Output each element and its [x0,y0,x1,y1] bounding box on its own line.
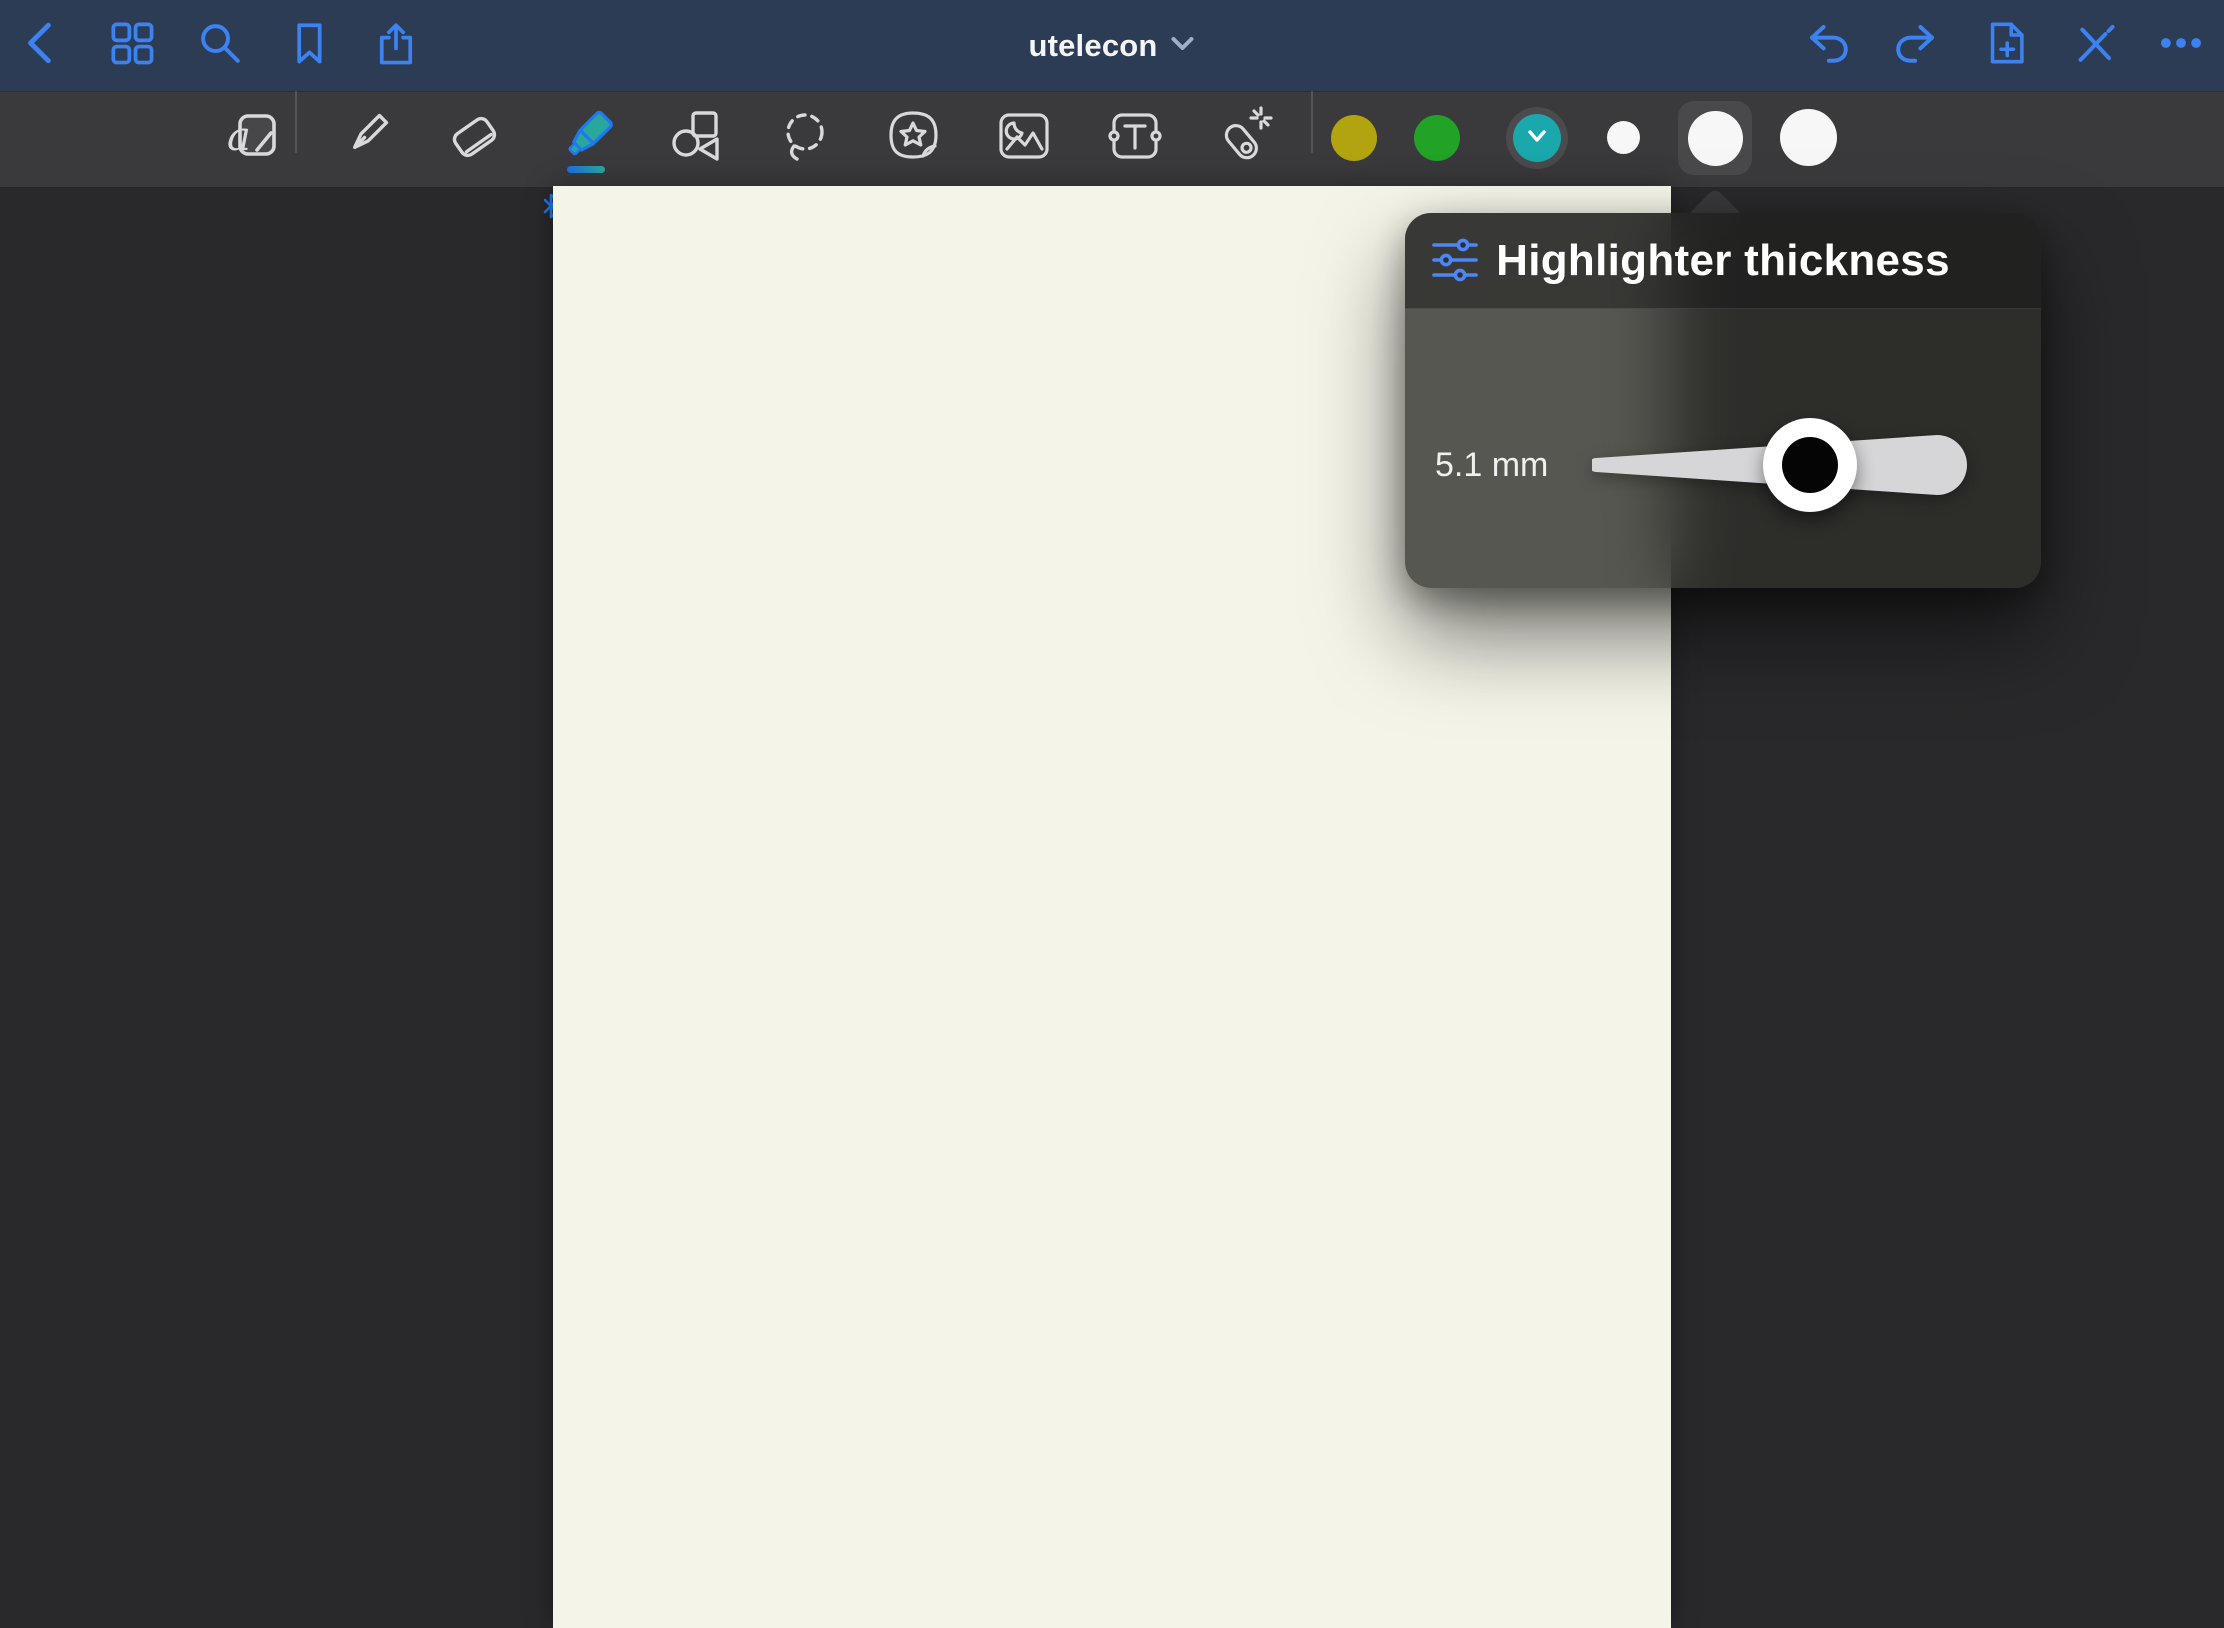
popover-header: Highlighter thickness [1405,213,2041,309]
color-swatch-teal [1513,114,1561,162]
highlighter-tool-button[interactable] [555,108,615,168]
shapes-icon [664,106,724,171]
eraser-tool-button[interactable] [445,108,505,168]
thickness-value-label: 5.1 mm [1435,429,1548,501]
eraser-icon [445,106,505,171]
popover-title: Highlighter thickness [1405,213,2041,308]
chevron-down-icon [1526,128,1548,149]
search-icon [196,19,244,72]
text-icon [1105,106,1165,171]
lasso-icon [775,106,835,171]
laser-pointer-icon [1215,106,1275,171]
more-options-button[interactable] [2157,21,2205,69]
undo-icon [1804,19,1852,72]
image-icon [994,106,1054,171]
bookmark-icon [285,19,333,72]
handwriting-tool-button[interactable]: a [223,108,283,168]
thickness-slider-knob-dot [1782,437,1838,493]
stylus-crossed-icon [2069,19,2117,72]
svg-text:a: a [227,114,251,160]
share-icon [372,19,420,72]
add-page-icon [1981,19,2029,72]
highlighter-icon [555,106,615,171]
text-tool-button[interactable] [1105,108,1165,168]
thickness-slider-knob[interactable] [1763,418,1857,512]
drawing-toolbar: a [0,91,2224,187]
color-swatch-green[interactable] [1414,115,1460,161]
pen-icon [336,106,396,171]
thickness-preset-large[interactable] [1780,109,1837,166]
back-chevron-icon [19,19,67,72]
highlighter-thickness-popover: Highlighter thickness 5.1 mm [1405,213,2041,588]
sliders-icon [1431,236,1479,289]
elements-sticker-icon [885,106,945,171]
undo-button[interactable] [1804,21,1852,69]
shapes-tool-button[interactable] [664,108,724,168]
color-swatch-teal-selected[interactable] [1506,107,1568,169]
chevron-down-icon [1170,32,1196,59]
top-navigation-bar: utelecon [0,0,2224,91]
thickness-preset-medium-selected[interactable] [1678,101,1752,175]
handwriting-icon: a [223,106,283,171]
elements-tool-button[interactable] [885,108,945,168]
image-tool-button[interactable] [994,108,1054,168]
grid-thumbnails-icon [108,19,156,72]
pages-overview-button[interactable] [108,21,156,69]
add-page-button[interactable] [1981,21,2029,69]
back-button[interactable] [19,21,67,69]
toolbar-divider [295,91,297,153]
thickness-preset-medium-dot [1688,111,1743,166]
thickness-preset-small[interactable] [1607,121,1640,154]
redo-icon [1892,19,1940,72]
laser-pointer-tool-button[interactable] [1215,108,1275,168]
document-title: utelecon [1028,28,1157,64]
search-button[interactable] [196,21,244,69]
pen-tool-button[interactable] [336,108,396,168]
color-swatch-olive[interactable] [1331,115,1377,161]
lasso-tool-button[interactable] [775,108,835,168]
ellipsis-icon [2157,19,2205,72]
highlighter-selected-underline [567,166,605,173]
bookmarks-button[interactable] [285,21,333,69]
redo-button[interactable] [1892,21,1940,69]
document-title-button[interactable]: utelecon [1028,0,1195,91]
share-button[interactable] [372,21,420,69]
toolbar-divider [1311,91,1313,153]
stylus-toggle-button[interactable] [2069,21,2117,69]
